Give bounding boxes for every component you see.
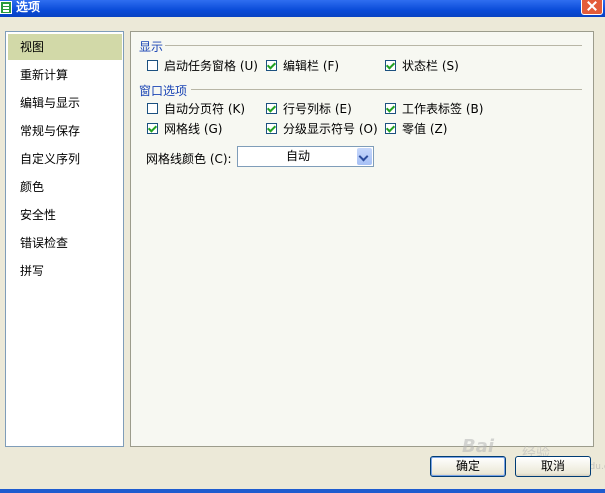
checkbox-box[interactable] xyxy=(385,102,396,114)
window-title: 选项 xyxy=(16,0,41,14)
checkbox-label: 工作表标签 (B) xyxy=(402,101,484,116)
checkbox-label: 分级显示符号 (O) xyxy=(283,121,378,136)
gridline-color-value: 自动 xyxy=(285,149,310,163)
checkbox-box[interactable] xyxy=(266,102,277,114)
nav-item-custom-lists[interactable]: 自定义序列 xyxy=(8,146,122,172)
checkbox-zero-values[interactable]: 零值 (Z) xyxy=(385,120,447,136)
category-list[interactable]: 视图 重新计算 编辑与显示 常规与保存 自定义序列 颜色 安全性 错误检查 拼写 xyxy=(5,31,124,447)
window-group-divider xyxy=(191,89,582,90)
checkbox-label: 自动分页符 (K) xyxy=(164,101,246,116)
watermark-logo: Bai xyxy=(462,436,495,457)
nav-item-edit-display[interactable]: 编辑与显示 xyxy=(8,90,122,116)
checkbox-label: 行号列标 (E) xyxy=(283,101,352,116)
checkbox-label: 状态栏 (S) xyxy=(402,58,459,73)
ok-button[interactable]: 确定 xyxy=(430,456,506,477)
options-panel: 显示 启动任务窗格 (U) 编辑栏 (F) 状态栏 (S) 窗口选项 自动分页符… xyxy=(130,31,594,447)
cancel-button[interactable]: 取消 xyxy=(515,456,591,477)
checkbox-page-breaks[interactable]: 自动分页符 (K) xyxy=(147,100,245,116)
checkbox-box[interactable] xyxy=(385,122,396,134)
nav-item-view[interactable]: 视图 xyxy=(8,34,122,60)
checkbox-label: 零值 (Z) xyxy=(402,121,448,136)
checkbox-box[interactable] xyxy=(147,59,158,71)
display-group-divider xyxy=(165,45,582,46)
checkbox-status-bar[interactable]: 状态栏 (S) xyxy=(385,57,459,73)
checkbox-gridlines[interactable]: 网格线 (G) xyxy=(147,120,222,136)
app-icon xyxy=(0,1,12,14)
checkbox-formula-bar[interactable]: 编辑栏 (F) xyxy=(266,57,339,73)
chevron-down-icon[interactable] xyxy=(357,148,372,165)
checkbox-box[interactable] xyxy=(147,102,158,114)
gridline-color-select[interactable]: 自动 xyxy=(237,146,374,167)
checkbox-box[interactable] xyxy=(147,122,158,134)
checkbox-label: 启动任务窗格 (U) xyxy=(164,58,258,73)
nav-item-error-checking[interactable]: 错误检查 xyxy=(8,230,122,256)
checkbox-box[interactable] xyxy=(266,122,277,134)
nav-item-recalculation[interactable]: 重新计算 xyxy=(8,62,122,88)
window-group-title: 窗口选项 xyxy=(139,84,188,98)
checkbox-box[interactable] xyxy=(266,59,277,71)
taskbar-strip xyxy=(0,489,605,493)
nav-item-general-save[interactable]: 常规与保存 xyxy=(8,118,122,144)
close-button[interactable] xyxy=(581,0,603,15)
checkbox-box[interactable] xyxy=(385,59,396,71)
display-group-title: 显示 xyxy=(139,40,164,54)
checkbox-startup-taskpane[interactable]: 启动任务窗格 (U) xyxy=(147,57,258,73)
nav-item-spelling[interactable]: 拼写 xyxy=(8,258,122,284)
checkbox-label: 网格线 (G) xyxy=(164,121,223,136)
checkbox-row-col-headers[interactable]: 行号列标 (E) xyxy=(266,100,352,116)
nav-item-color[interactable]: 颜色 xyxy=(8,174,122,200)
nav-item-security[interactable]: 安全性 xyxy=(8,202,122,228)
title-bar[interactable]: 选项 xyxy=(0,0,605,17)
checkbox-sheet-tabs[interactable]: 工作表标签 (B) xyxy=(385,100,483,116)
gridline-color-label: 网格线颜色 (C): xyxy=(146,152,232,166)
checkbox-label: 编辑栏 (F) xyxy=(283,58,340,73)
checkbox-outline-symbols[interactable]: 分级显示符号 (O) xyxy=(266,120,378,136)
